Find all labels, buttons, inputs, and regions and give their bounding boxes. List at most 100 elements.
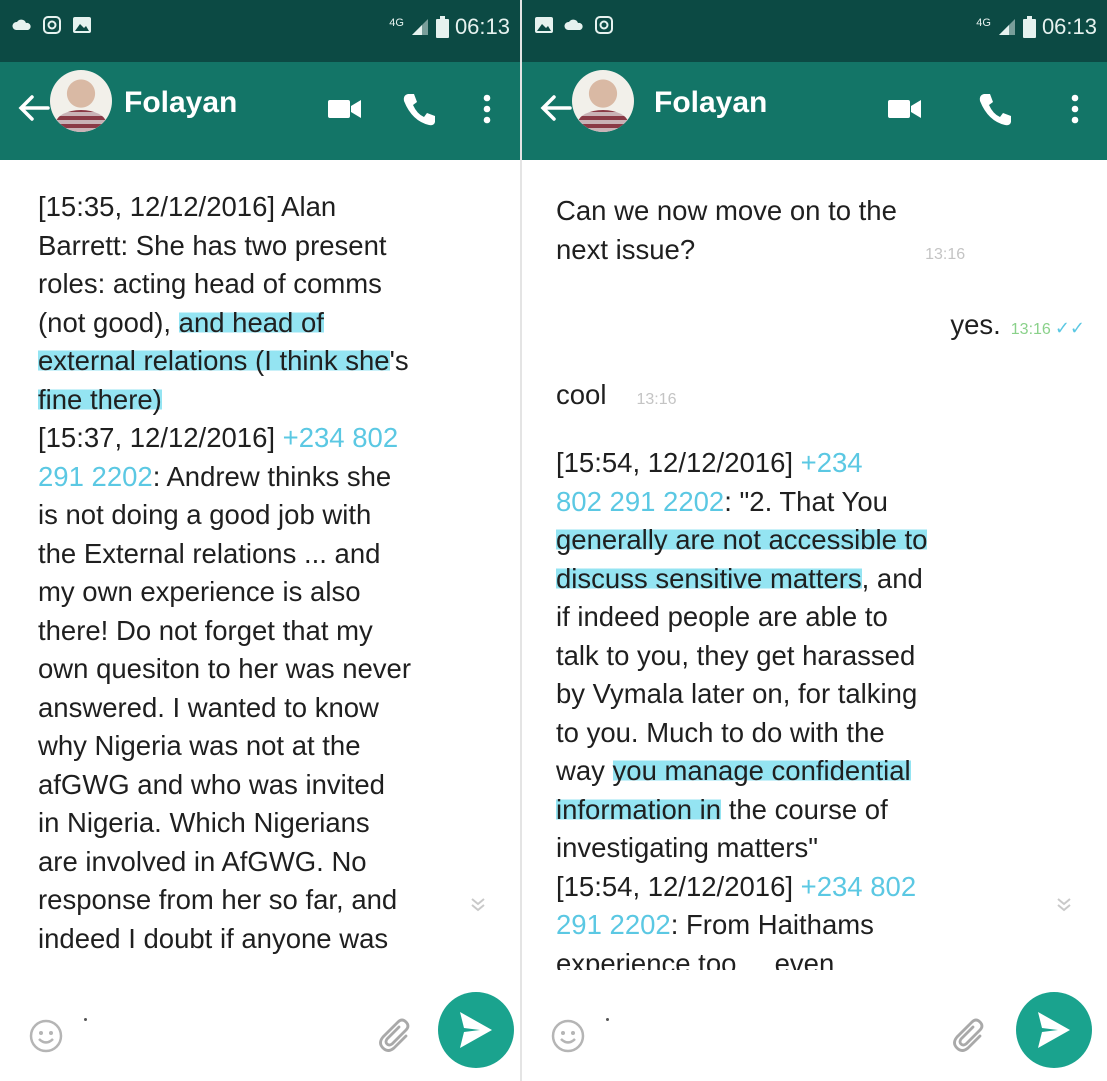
highlighted-text: information in (556, 793, 722, 825)
emoji-icon[interactable] (28, 1018, 64, 1054)
message-line: 291 2202: Andrew thinks she (38, 458, 498, 497)
message-list[interactable]: Can we now move on to the next issue? 13:… (522, 160, 1107, 970)
network-type: 4G (389, 16, 404, 29)
message-line: Barrett: She has two present (38, 227, 498, 266)
message-line: [15:54, 12/12/2016] +234 802 (556, 868, 1086, 907)
message-text: Barrett: She has two present (38, 229, 387, 261)
message-line: there! Do not forget that my (38, 612, 498, 651)
highlighted-text: fine there) (38, 383, 162, 415)
video-call-icon[interactable] (886, 90, 924, 128)
phone-number-link[interactable]: +234 (801, 447, 863, 478)
message-time: 13:16 (1010, 321, 1051, 338)
message-line: answered. I wanted to know (38, 689, 498, 728)
message-bubble-outgoing[interactable]: yes. 13:16 ✓✓ (950, 306, 1085, 350)
instagram-icon (43, 16, 61, 34)
message-line: my own experience is also (38, 573, 498, 612)
battery-icon (435, 16, 449, 38)
attach-paperclip-icon[interactable] (376, 1014, 416, 1054)
message-list[interactable]: [15:35, 12/12/2016] Alan Barrett: She has… (0, 160, 520, 970)
scroll-down-chevron-icon[interactable] (466, 892, 490, 916)
clock: 06:13 (1041, 14, 1097, 39)
gallery-icon (73, 17, 91, 33)
battery-icon (1022, 16, 1036, 38)
message-bubble[interactable]: [15:35, 12/12/2016] Alan Barrett: She has… (38, 188, 498, 958)
attach-paperclip-icon[interactable] (950, 1014, 990, 1054)
message-text: [15:54, 12/12/2016] (556, 870, 801, 902)
message-bubble-incoming[interactable]: [15:54, 12/12/2016] +234 802 291 2202: "2… (556, 444, 1086, 970)
phone-number-link[interactable]: 291 2202 (38, 461, 153, 492)
message-bubble-incoming[interactable]: cool 13:16 (556, 376, 677, 420)
signal-icon (998, 19, 1015, 35)
scroll-down-chevron-icon[interactable] (1052, 892, 1076, 916)
message-line: discuss sensitive matters, and (556, 560, 1086, 599)
message-text: there! Do not forget that my (38, 614, 373, 646)
message-text: way (556, 755, 613, 786)
message-line: response from her so far, and (38, 881, 498, 920)
network-type: 4G (976, 16, 991, 29)
message-line: external relations (I think she's (38, 342, 498, 381)
message-input-bar[interactable] (522, 990, 1107, 1081)
message-line: the External relations ... and (38, 535, 498, 574)
message-line: 802 291 2202: "2. That You (556, 483, 1086, 522)
message-text: in Nigeria. Which Nigerians (38, 807, 370, 838)
more-options-icon[interactable] (468, 90, 506, 128)
send-button[interactable] (438, 992, 514, 1068)
text-cursor (606, 1018, 609, 1021)
message-text: , and (861, 562, 923, 594)
message-text: 's (389, 345, 409, 376)
message-line: investigating matters" (556, 829, 1086, 868)
message-text: [15:37, 12/12/2016] (38, 422, 283, 453)
message-line: fine there) (38, 381, 498, 420)
message-text: : Andrew thinks she (152, 460, 392, 492)
status-bar: 4G 06:13 (0, 0, 520, 62)
more-options-icon[interactable] (1056, 90, 1094, 128)
back-arrow-icon[interactable] (536, 88, 576, 128)
avatar[interactable] (572, 70, 634, 132)
message-text: own quesiton to her was never (38, 653, 411, 684)
emoji-icon[interactable] (550, 1018, 586, 1054)
message-text: response from her so far, and (38, 884, 398, 915)
message-text: afGWG and who was invited (38, 768, 385, 800)
avatar[interactable] (50, 70, 112, 132)
contact-name[interactable]: Folayan (124, 86, 237, 120)
send-icon (460, 1012, 492, 1048)
double-tick-icon: ✓✓ (1054, 318, 1085, 338)
cloud-icon (12, 19, 31, 30)
message-text: my own experience is also (38, 576, 361, 607)
chat-header: Folayan (0, 62, 520, 160)
message-text: roles: acting head of comms (38, 268, 382, 299)
phone-call-icon[interactable] (400, 90, 438, 128)
phone-call-icon[interactable] (976, 90, 1014, 128)
message-line: (not good), and head of (38, 304, 498, 343)
message-line: experience too.... even (556, 945, 1086, 971)
status-bar: 4G 06:13 (522, 0, 1107, 62)
message-text: yes. (950, 309, 1001, 340)
phone-number-link[interactable]: +234 802 (801, 871, 916, 902)
message-bubble-incoming[interactable]: Can we now move on to the next issue? 13:… (556, 192, 1076, 274)
gallery-icon (535, 17, 553, 33)
message-text: : "2. That You (724, 485, 888, 517)
back-arrow-icon[interactable] (14, 88, 54, 128)
send-button[interactable] (1016, 992, 1092, 1068)
instagram-icon (595, 16, 613, 34)
message-text: [15:54, 12/12/2016] (556, 447, 801, 478)
contact-name[interactable]: Folayan (654, 86, 767, 120)
message-line: in Nigeria. Which Nigerians (38, 804, 498, 843)
message-line: is not doing a good job with (38, 496, 498, 535)
message-line: indeed I doubt if anyone was (38, 920, 498, 959)
message-text: : From Haithams (670, 909, 874, 940)
message-text: answered. I wanted to know (38, 691, 379, 723)
signal-icon (411, 19, 428, 35)
message-text: if indeed people are able to (556, 601, 888, 632)
video-call-icon[interactable] (326, 90, 364, 128)
message-text: talk to you, they get harassed (556, 639, 916, 671)
message-text: (not good), (38, 306, 179, 338)
highlighted-text: and head of (178, 306, 324, 338)
message-time: 13:16 (925, 245, 966, 263)
phone-number-link[interactable]: 291 2202 (556, 909, 671, 940)
message-line: why Nigeria was not at the (38, 727, 498, 766)
message-input-bar[interactable] (0, 990, 520, 1081)
phone-number-link[interactable]: +234 802 (283, 422, 398, 453)
left-chat-screen: 4G 06:13 Folayan [15:35, 12/12/2016] Ala… (0, 0, 520, 1081)
phone-number-link[interactable]: 802 291 2202 (556, 486, 724, 517)
